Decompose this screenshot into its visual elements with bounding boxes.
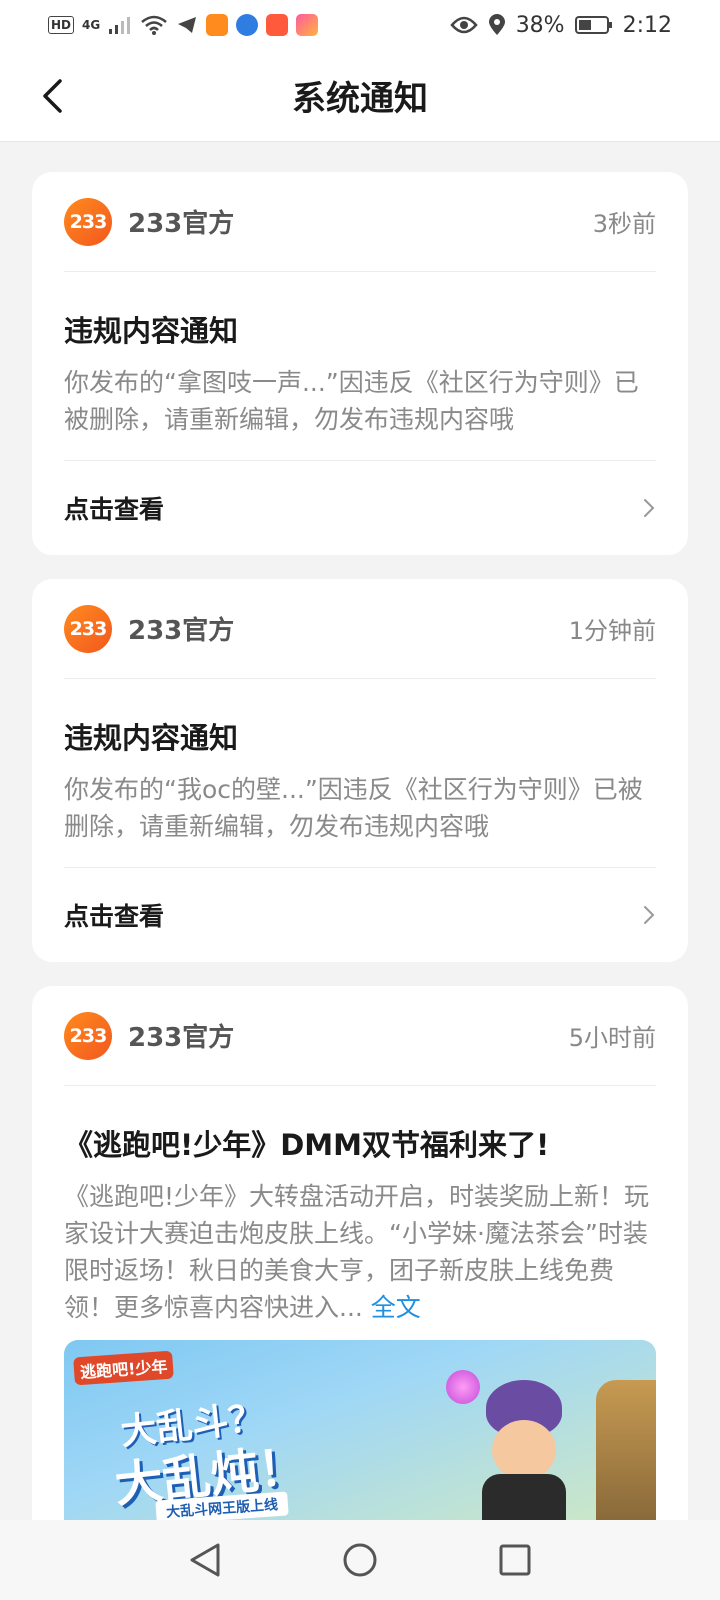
signal-icon	[109, 17, 131, 34]
notice-title: 违规内容通知	[64, 721, 239, 755]
notice-body: 你发布的“我oc的壁...”因违反《社区行为守则》已被删除，请重新编辑，勿发布违…	[64, 775, 643, 841]
announcement-text: 《逃跑吧!少年》大转盘活动开启，时装奖励上新！玩家设计大赛迫击炮皮肤上线。“小学…	[64, 1182, 650, 1322]
wifi-icon	[141, 15, 168, 35]
announcement-body: 《逃跑吧!少年》大转盘活动开启，时装奖励上新！玩家设计大赛迫击炮皮肤上线。“小学…	[64, 1178, 656, 1326]
banner-character-image	[446, 1370, 586, 1520]
notice-card[interactable]: 233 233官方 1分钟前 违规内容通知 你发布的“我oc的壁...”因违反《…	[32, 579, 688, 962]
notification-list[interactable]: 233 233官方 3秒前 违规内容通知 你发布的“拿图吱一声...”因违反《社…	[0, 142, 720, 1520]
banner-robot-image	[596, 1380, 656, 1520]
view-details-button[interactable]: 点击查看	[64, 461, 656, 555]
battery-percent: 38%	[515, 12, 565, 38]
app-header: 系统通知	[0, 50, 720, 142]
chevron-right-icon	[644, 906, 655, 924]
battery-icon	[574, 16, 612, 34]
play-app-icon	[206, 14, 229, 36]
nav-back-icon[interactable]	[188, 1542, 222, 1578]
notice-body: 你发布的“拿图吱一声...”因违反《社区行为守则》已被删除，请重新编辑，勿发布违…	[64, 368, 639, 434]
telegram-icon	[178, 17, 197, 33]
notice-time: 1分钟前	[568, 617, 656, 645]
status-bar: HD 4G 38% 2:12	[0, 0, 720, 50]
notice-time: 3秒前	[592, 210, 656, 238]
announcement-card[interactable]: 233 233官方 5小时前 《逃跑吧!少年》DMM双节福利来了! 《逃跑吧!少…	[32, 986, 688, 1520]
eye-icon	[450, 16, 478, 34]
chevron-right-icon	[644, 499, 655, 517]
sender-avatar[interactable]: 233	[64, 197, 112, 246]
nav-home-icon[interactable]	[342, 1542, 378, 1578]
sender-name: 233官方	[128, 616, 235, 646]
notice-card[interactable]: 233 233官方 3秒前 违规内容通知 你发布的“拿图吱一声...”因违反《社…	[32, 172, 688, 555]
sender-avatar[interactable]: 233	[64, 1011, 112, 1060]
read-full-link[interactable]: 全文	[371, 1293, 421, 1322]
sender-name: 233官方	[128, 1023, 235, 1053]
clock-time: 2:12	[622, 12, 672, 38]
sender-avatar[interactable]: 233	[64, 604, 112, 653]
system-nav-bar	[0, 1520, 720, 1600]
game-app-icon	[266, 14, 289, 36]
page-title: 系统通知	[292, 79, 428, 119]
notice-header: 233 233官方 5小时前	[64, 986, 656, 1086]
back-button[interactable]	[24, 68, 80, 124]
notice-title: 违规内容通知	[64, 314, 239, 348]
notice-time: 5小时前	[568, 1024, 656, 1052]
browser-app-icon	[236, 14, 259, 36]
network-label: 4G	[82, 18, 101, 32]
back-arrow-icon	[43, 79, 62, 113]
view-details-button[interactable]: 点击查看	[64, 868, 656, 962]
store-app-icon	[296, 14, 319, 36]
hd-badge: HD	[48, 16, 75, 34]
announcement-banner[interactable]: 逃跑吧!少年 大乱斗？ 大乱炖！ 大乱斗网王版上线	[64, 1340, 656, 1520]
notice-header: 233 233官方 3秒前	[64, 172, 656, 272]
view-details-label: 点击查看	[64, 495, 165, 524]
nav-recents-icon[interactable]	[498, 1543, 532, 1577]
banner-game-logo: 逃跑吧!少年	[73, 1350, 175, 1386]
sender-name: 233官方	[128, 209, 235, 239]
view-details-label: 点击查看	[64, 902, 165, 931]
location-icon	[488, 14, 505, 35]
notice-header: 233 233官方 1分钟前	[64, 579, 656, 679]
announcement-title: 《逃跑吧!少年》DMM双节福利来了!	[64, 1128, 550, 1162]
